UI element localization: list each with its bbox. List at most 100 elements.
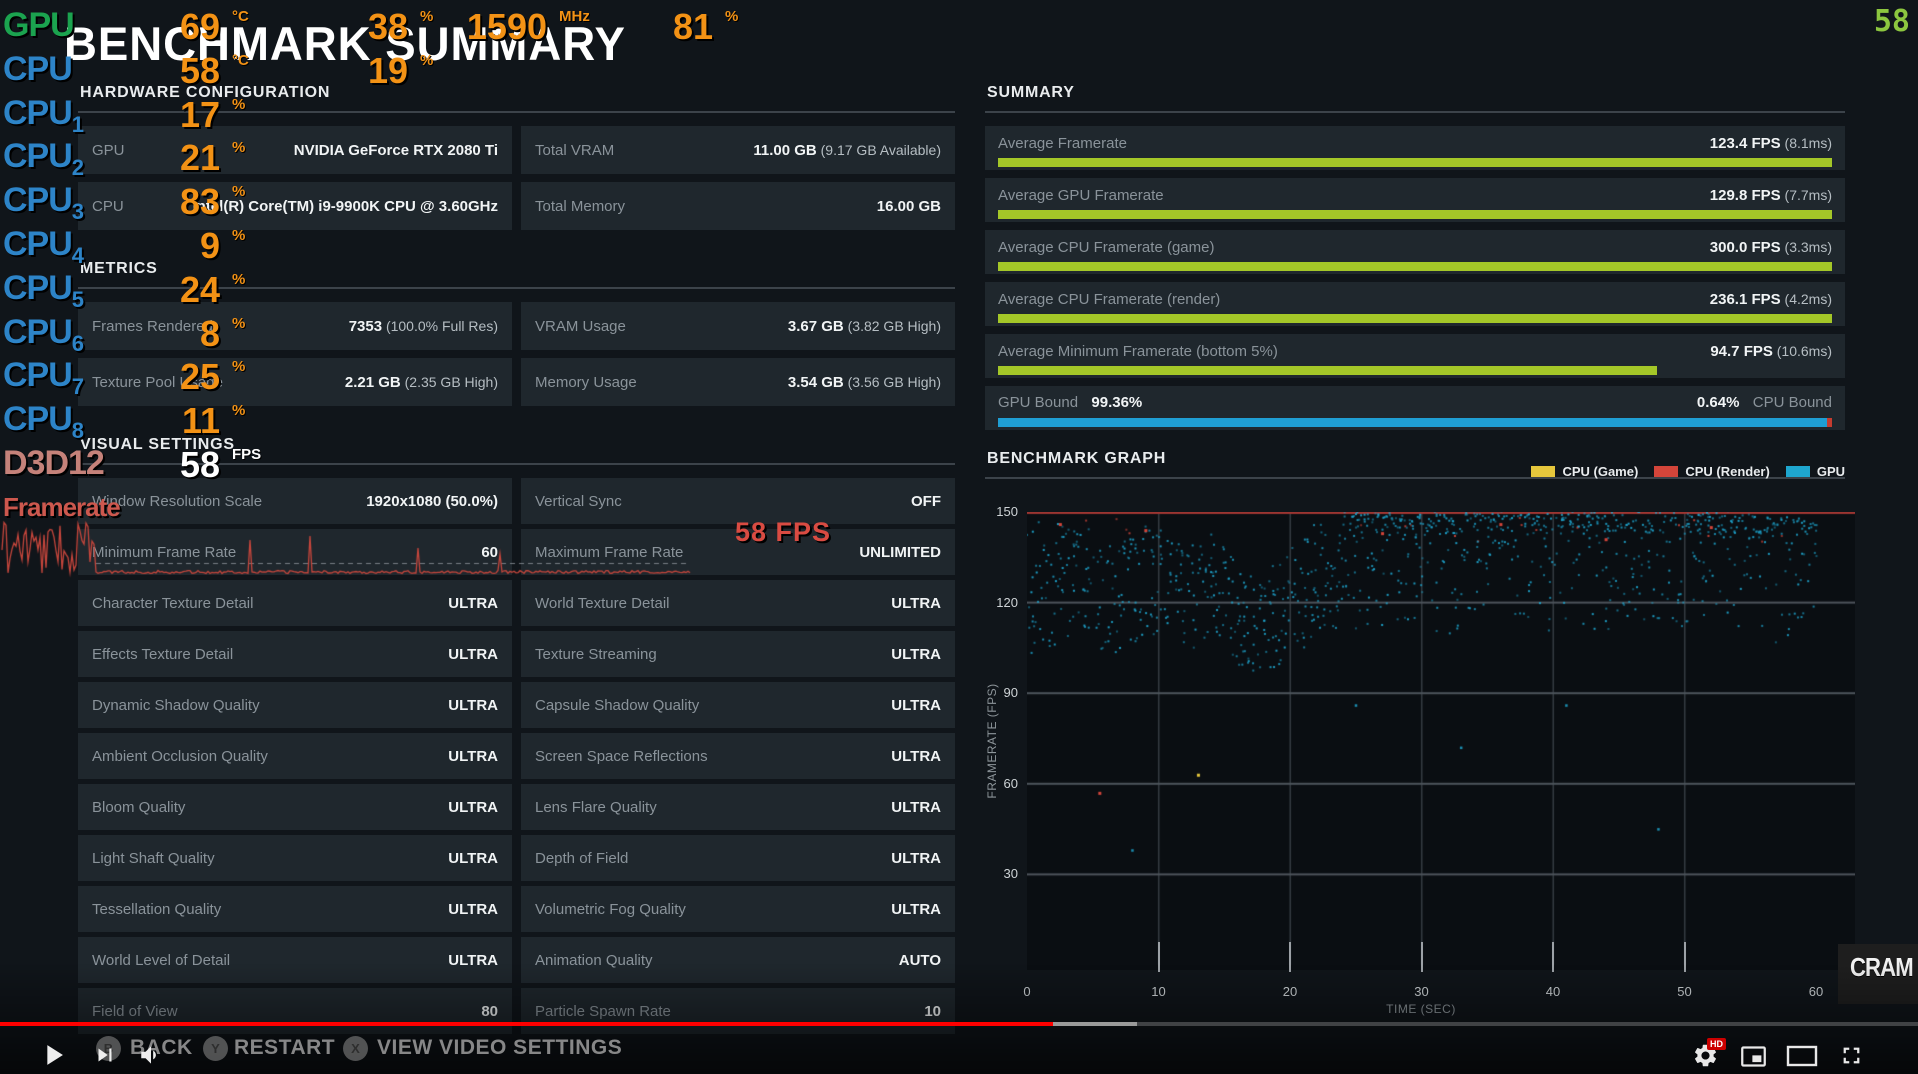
setting-label: Total VRAM [535, 142, 614, 159]
summary-line: Average Framerate123.4 FPS (8.1ms) [998, 132, 1832, 154]
setting-row: Bloom QualityULTRALens Flare QualityULTR… [78, 784, 955, 830]
play-button[interactable] [36, 1038, 70, 1074]
setting-cell: Screen Space ReflectionsULTRA [521, 733, 955, 779]
setting-label: Tessellation Quality [92, 901, 221, 918]
setting-cell: Tessellation QualityULTRA [78, 886, 512, 932]
x-axis-tick [1552, 942, 1554, 972]
legend-item: CPU (Game) [1531, 464, 1638, 479]
player-controls: 4:37 / 8:01 [0, 1028, 1918, 1074]
setting-row: Light Shaft QualityULTRADepth of FieldUL… [78, 835, 955, 881]
fps-counter-overlay: 58 FPS [735, 517, 831, 548]
bound-right: 0.64% CPU Bound [1697, 394, 1832, 412]
setting-value: 3.54 GB (3.56 GB High) [788, 374, 941, 391]
setting-value: ULTRA [891, 850, 941, 867]
setting-value: ULTRA [448, 850, 498, 867]
setting-row: World Level of DetailULTRAAnimation Qual… [78, 937, 955, 983]
setting-note: (3.82 GB High) [844, 318, 941, 334]
osd-value: 19 [148, 50, 408, 92]
graph-legend: CPU (Game)CPU (Render)GPU [985, 464, 1845, 479]
osd-unit: % [420, 52, 433, 69]
summary-line: Average GPU Framerate129.8 FPS (7.7ms) [998, 184, 1832, 206]
setting-note: (9.17 GB Available) [817, 142, 941, 158]
setting-label: Memory Usage [535, 374, 637, 391]
osd-unit: % [232, 402, 245, 419]
summary-bar [998, 262, 1832, 271]
osd-unit: % [232, 358, 245, 375]
setting-label: Particle Spawn Rate [535, 1003, 671, 1020]
x-axis-tick [1684, 942, 1686, 972]
hd-quality-badge: HD [1707, 1038, 1726, 1050]
benchmark-right-column: SUMMARY Average Framerate123.4 FPS (8.1m… [985, 84, 1845, 492]
summary-bar-fill [998, 314, 1832, 323]
summary-bar-fill [998, 210, 1832, 219]
osd-value: 17 [0, 94, 220, 136]
osd-value: 25 [0, 356, 220, 398]
setting-row: Tessellation QualityULTRAVolumetric Fog … [78, 886, 955, 932]
summary-bar [998, 366, 1832, 375]
x-tick-label: 0 [1007, 984, 1047, 999]
benchmark-graph-plot [1027, 512, 1855, 970]
miniplayer-icon[interactable] [1740, 1043, 1767, 1074]
summary-row: Average CPU Framerate (game) 300.0 FPS (3… [985, 230, 1845, 274]
x-tick-label: 10 [1139, 984, 1179, 999]
osd-value: 21 [0, 137, 220, 179]
setting-value: ULTRA [448, 748, 498, 765]
summary-bar [998, 158, 1832, 167]
setting-cell: Ambient Occlusion Quality ULTRA [78, 733, 512, 779]
summary-note: (4.2ms) [1781, 291, 1832, 307]
osd-unit: % [232, 315, 245, 332]
setting-label: World Texture Detail [535, 595, 670, 612]
setting-value: ULTRA [891, 901, 941, 918]
section-heading: SUMMARY [987, 84, 1843, 102]
setting-value: ULTRA [448, 697, 498, 714]
divider [985, 111, 1845, 113]
legend-label: CPU (Render) [1685, 464, 1770, 479]
summary-row: Average Framerate123.4 FPS (8.1ms) [985, 126, 1845, 170]
summary-label: Average CPU Framerate (render) [998, 291, 1220, 308]
summary-row: Average Minimum Framerate (bottom 5%)94.… [985, 334, 1845, 378]
setting-value: 3.67 GB (3.82 GB High) [788, 318, 941, 335]
video-progress-bar[interactable] [0, 1022, 1918, 1026]
x-tick-label: 30 [1402, 984, 1442, 999]
setting-label: Field of View [92, 1003, 178, 1020]
summary-note: (3.3ms) [1781, 239, 1832, 255]
summary-value: 300.0 FPS (3.3ms) [1710, 239, 1832, 256]
fullscreen-icon[interactable] [1838, 1042, 1865, 1074]
setting-label: Ambient Occlusion Quality [92, 748, 268, 765]
summary-bar-fill [998, 366, 1657, 375]
setting-cell: Light Shaft QualityULTRA [78, 835, 512, 881]
summary-bar-fill [998, 262, 1832, 271]
osd-value: 11 [0, 400, 220, 442]
setting-label: Volumetric Fog Quality [535, 901, 686, 918]
legend-swatch [1531, 466, 1555, 477]
theater-mode-icon[interactable] [1786, 1045, 1818, 1072]
volume-icon[interactable] [138, 1042, 164, 1073]
setting-value: 11.00 GB (9.17 GB Available) [753, 142, 941, 159]
summary-label: Average CPU Framerate (game) [998, 239, 1214, 256]
summary-bar [998, 210, 1832, 219]
setting-label: Effects Texture Detail [92, 646, 233, 663]
video-frame: BENCHMARK SUMMARY HARDWARE CONFIGURATION… [0, 0, 1918, 1074]
x-tick-label: 50 [1665, 984, 1705, 999]
corner-fps-counter: 58 [1874, 4, 1910, 39]
setting-label: Screen Space Reflections [535, 748, 708, 765]
setting-label: World Level of Detail [92, 952, 230, 969]
setting-label: Dynamic Shadow Quality [92, 697, 260, 714]
summary-bar [998, 314, 1832, 323]
setting-label: Texture Streaming [535, 646, 657, 663]
summary-row: Average CPU Framerate (render)236.1 FPS … [985, 282, 1845, 326]
setting-cell: VRAM Usage3.67 GB (3.82 GB High) [521, 302, 955, 350]
setting-value: 80 [481, 1003, 498, 1020]
legend-swatch [1786, 466, 1810, 477]
osd-value: 83 [0, 181, 220, 223]
gpu-bound-bar-fill [998, 418, 1827, 427]
setting-value: 10 [924, 1003, 941, 1020]
setting-note: (2.35 GB High) [401, 374, 498, 390]
setting-row: Dynamic Shadow Quality ULTRA Capsule Shado… [78, 682, 955, 728]
osd-framerate-waveform [0, 510, 700, 588]
setting-label: Capsule Shadow Quality [535, 697, 699, 714]
setting-value: ULTRA [891, 646, 941, 663]
next-button[interactable] [92, 1042, 118, 1073]
setting-label: Lens Flare Quality [535, 799, 657, 816]
setting-row: Effects Texture Detail ULTRA Texture Strea… [78, 631, 955, 677]
